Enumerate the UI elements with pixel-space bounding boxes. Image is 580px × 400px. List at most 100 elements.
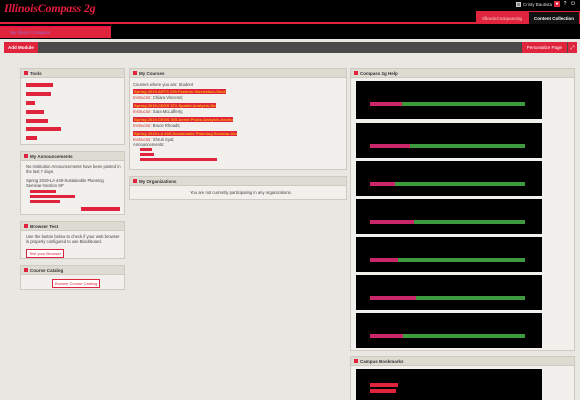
instructor-line: Instructor: Bruce Rhoads; [133, 123, 181, 128]
module-title: Campus Bookmarks [360, 358, 404, 364]
module-title: My Announcements [30, 153, 73, 159]
module-title: My Organizations [139, 178, 177, 184]
personalize-page-button[interactable]: Personalize Page [521, 42, 567, 53]
my-organizations-module: My Organizations You are not currently p… [129, 176, 347, 200]
drag-handle-icon[interactable] [354, 359, 358, 363]
tab-illinoiscompass2g[interactable]: IllinoisCompass2g [476, 11, 528, 24]
help-video-title[interactable] [370, 144, 410, 148]
test-browser-button[interactable]: Test your Browser [26, 249, 65, 258]
course-link[interactable]: Spring 2019-CEGS 305-Aerial Photo Analys… [133, 117, 233, 122]
more-announcements-link[interactable] [81, 207, 120, 211]
instructor-line: Instructor: Sara McLafferty; [133, 109, 183, 114]
drag-handle-icon[interactable] [133, 71, 137, 75]
announcements-label: Announcements: [133, 142, 165, 147]
browser-test-text: Use the button below to check if your we… [26, 234, 120, 245]
help-video-item[interactable] [356, 199, 542, 234]
drag-handle-icon[interactable] [354, 71, 358, 75]
help-video-item[interactable] [356, 275, 542, 310]
expand-icon[interactable]: ⤢ [568, 42, 577, 53]
announcement-link[interactable] [140, 153, 154, 156]
browser-test-module: Browser Test Use the button below to che… [20, 221, 125, 259]
drag-handle-icon[interactable] [24, 224, 28, 228]
drag-handle-icon[interactable] [24, 268, 28, 272]
browse-catalog-button[interactable]: Browse Course Catalog [52, 279, 101, 288]
module-header: Course Catalog [21, 266, 124, 275]
announcement-link[interactable] [140, 158, 217, 161]
notifications-icon[interactable]: ● [554, 1, 560, 7]
page-tab-my-illinois-compass[interactable]: My Illinois Compass [0, 26, 111, 38]
module-title: Compass 2g Help [360, 70, 398, 76]
help-video-title[interactable] [370, 258, 398, 262]
tool-link[interactable] [26, 119, 48, 123]
tool-link[interactable] [26, 92, 51, 96]
tool-link[interactable] [26, 101, 35, 105]
help-video-title[interactable] [370, 334, 403, 338]
announcement-note: No Institution Announcements have been p… [26, 164, 121, 175]
instructor-name: Sara McLafferty; [152, 109, 184, 114]
announcement-course[interactable]: Spring 2019-LA 449-Sustainable Planning … [26, 178, 121, 188]
module-header: Campus Bookmarks [351, 357, 574, 366]
action-bar: Add Module Personalize Page ⤢ [4, 42, 577, 53]
help-video-item[interactable] [356, 313, 542, 348]
module-header: My Organizations [130, 177, 346, 186]
module-title: My Courses [139, 70, 165, 76]
user-name[interactable]: Cristy Bautista [523, 2, 552, 7]
module-header: My Announcements [21, 152, 124, 161]
module-header: Browser Test [21, 222, 124, 231]
help-video-item[interactable] [356, 161, 542, 196]
user-menu[interactable]: Cristy Bautista ● ? ⏻ [515, 1, 576, 7]
help-video-item[interactable] [356, 81, 542, 119]
logout-icon[interactable]: ⏻ [570, 1, 576, 7]
tab-content-collection[interactable]: Content Collection [528, 11, 580, 24]
announcement-link[interactable] [30, 200, 60, 203]
drag-handle-icon[interactable] [24, 154, 28, 158]
announcements-module: My Announcements No Institution Announce… [20, 151, 125, 215]
organizations-empty-text: You are not currently participating in a… [190, 190, 292, 195]
course-link[interactable]: Spring 2019-CEGS 371-Spatial Analysis-Se… [133, 103, 216, 108]
announcement-link[interactable] [140, 148, 152, 151]
drag-handle-icon[interactable] [133, 179, 137, 183]
tool-link[interactable] [26, 83, 53, 87]
module-header: My Courses [130, 69, 346, 78]
drag-handle-icon[interactable] [24, 71, 28, 75]
bookmark-item[interactable] [356, 369, 542, 400]
help-icon[interactable]: ? [562, 1, 568, 7]
compass-help-module: Compass 2g Help [350, 68, 575, 351]
avatar [515, 1, 521, 7]
tool-link[interactable] [26, 127, 61, 131]
tool-link[interactable] [26, 136, 37, 140]
help-video-title[interactable] [370, 296, 416, 300]
module-title: Tools [30, 70, 42, 76]
close-icon[interactable]: ✕ [0, 33, 4, 39]
course-link[interactable]: Spring 2019-LA 449-Sustainable Planning … [133, 131, 237, 136]
bookmark-link[interactable] [370, 389, 396, 393]
tool-link[interactable] [26, 110, 44, 114]
help-video-title[interactable] [370, 102, 402, 106]
announcement-link[interactable] [30, 190, 56, 193]
tools-module: Tools [20, 68, 125, 145]
instructor-label: Instructor: [133, 109, 152, 114]
top-navigation-bar: IllinoisCompass 2g Cristy Bautista ● ? ⏻… [0, 0, 580, 24]
help-video-item[interactable] [356, 237, 542, 272]
module-title: Browser Test [30, 223, 59, 229]
courses-intro: Courses where you are: Student [133, 82, 194, 87]
campus-bookmarks-module: Campus Bookmarks [350, 356, 575, 400]
module-header: Tools [21, 69, 124, 78]
instructor-line: Instructor: Chiara Vincenzi; [133, 95, 183, 100]
instructor-name: Chiara Vincenzi; [152, 95, 184, 100]
my-courses-module: My Courses Courses where you are: Studen… [129, 68, 347, 170]
top-tabs: IllinoisCompass2g Content Collection [476, 11, 580, 24]
course-catalog-module: Course Catalog Browse Course Catalog [20, 265, 125, 290]
help-video-item[interactable] [356, 123, 542, 158]
course-link[interactable]: Spring 2019-ARTS 299-Fashion Illustratio… [133, 89, 226, 94]
module-title: Course Catalog [30, 267, 64, 273]
illinois-compass-logo[interactable]: IllinoisCompass 2g [4, 1, 96, 16]
module-header: Compass 2g Help [351, 69, 574, 78]
add-module-button[interactable]: Add Module [4, 42, 38, 53]
bookmark-link[interactable] [370, 383, 398, 387]
instructor-label: Instructor: [133, 95, 152, 100]
help-video-title[interactable] [370, 182, 395, 186]
instructor-label: Instructor: [133, 123, 152, 128]
announcement-link[interactable] [30, 195, 75, 198]
help-video-title[interactable] [370, 220, 414, 224]
